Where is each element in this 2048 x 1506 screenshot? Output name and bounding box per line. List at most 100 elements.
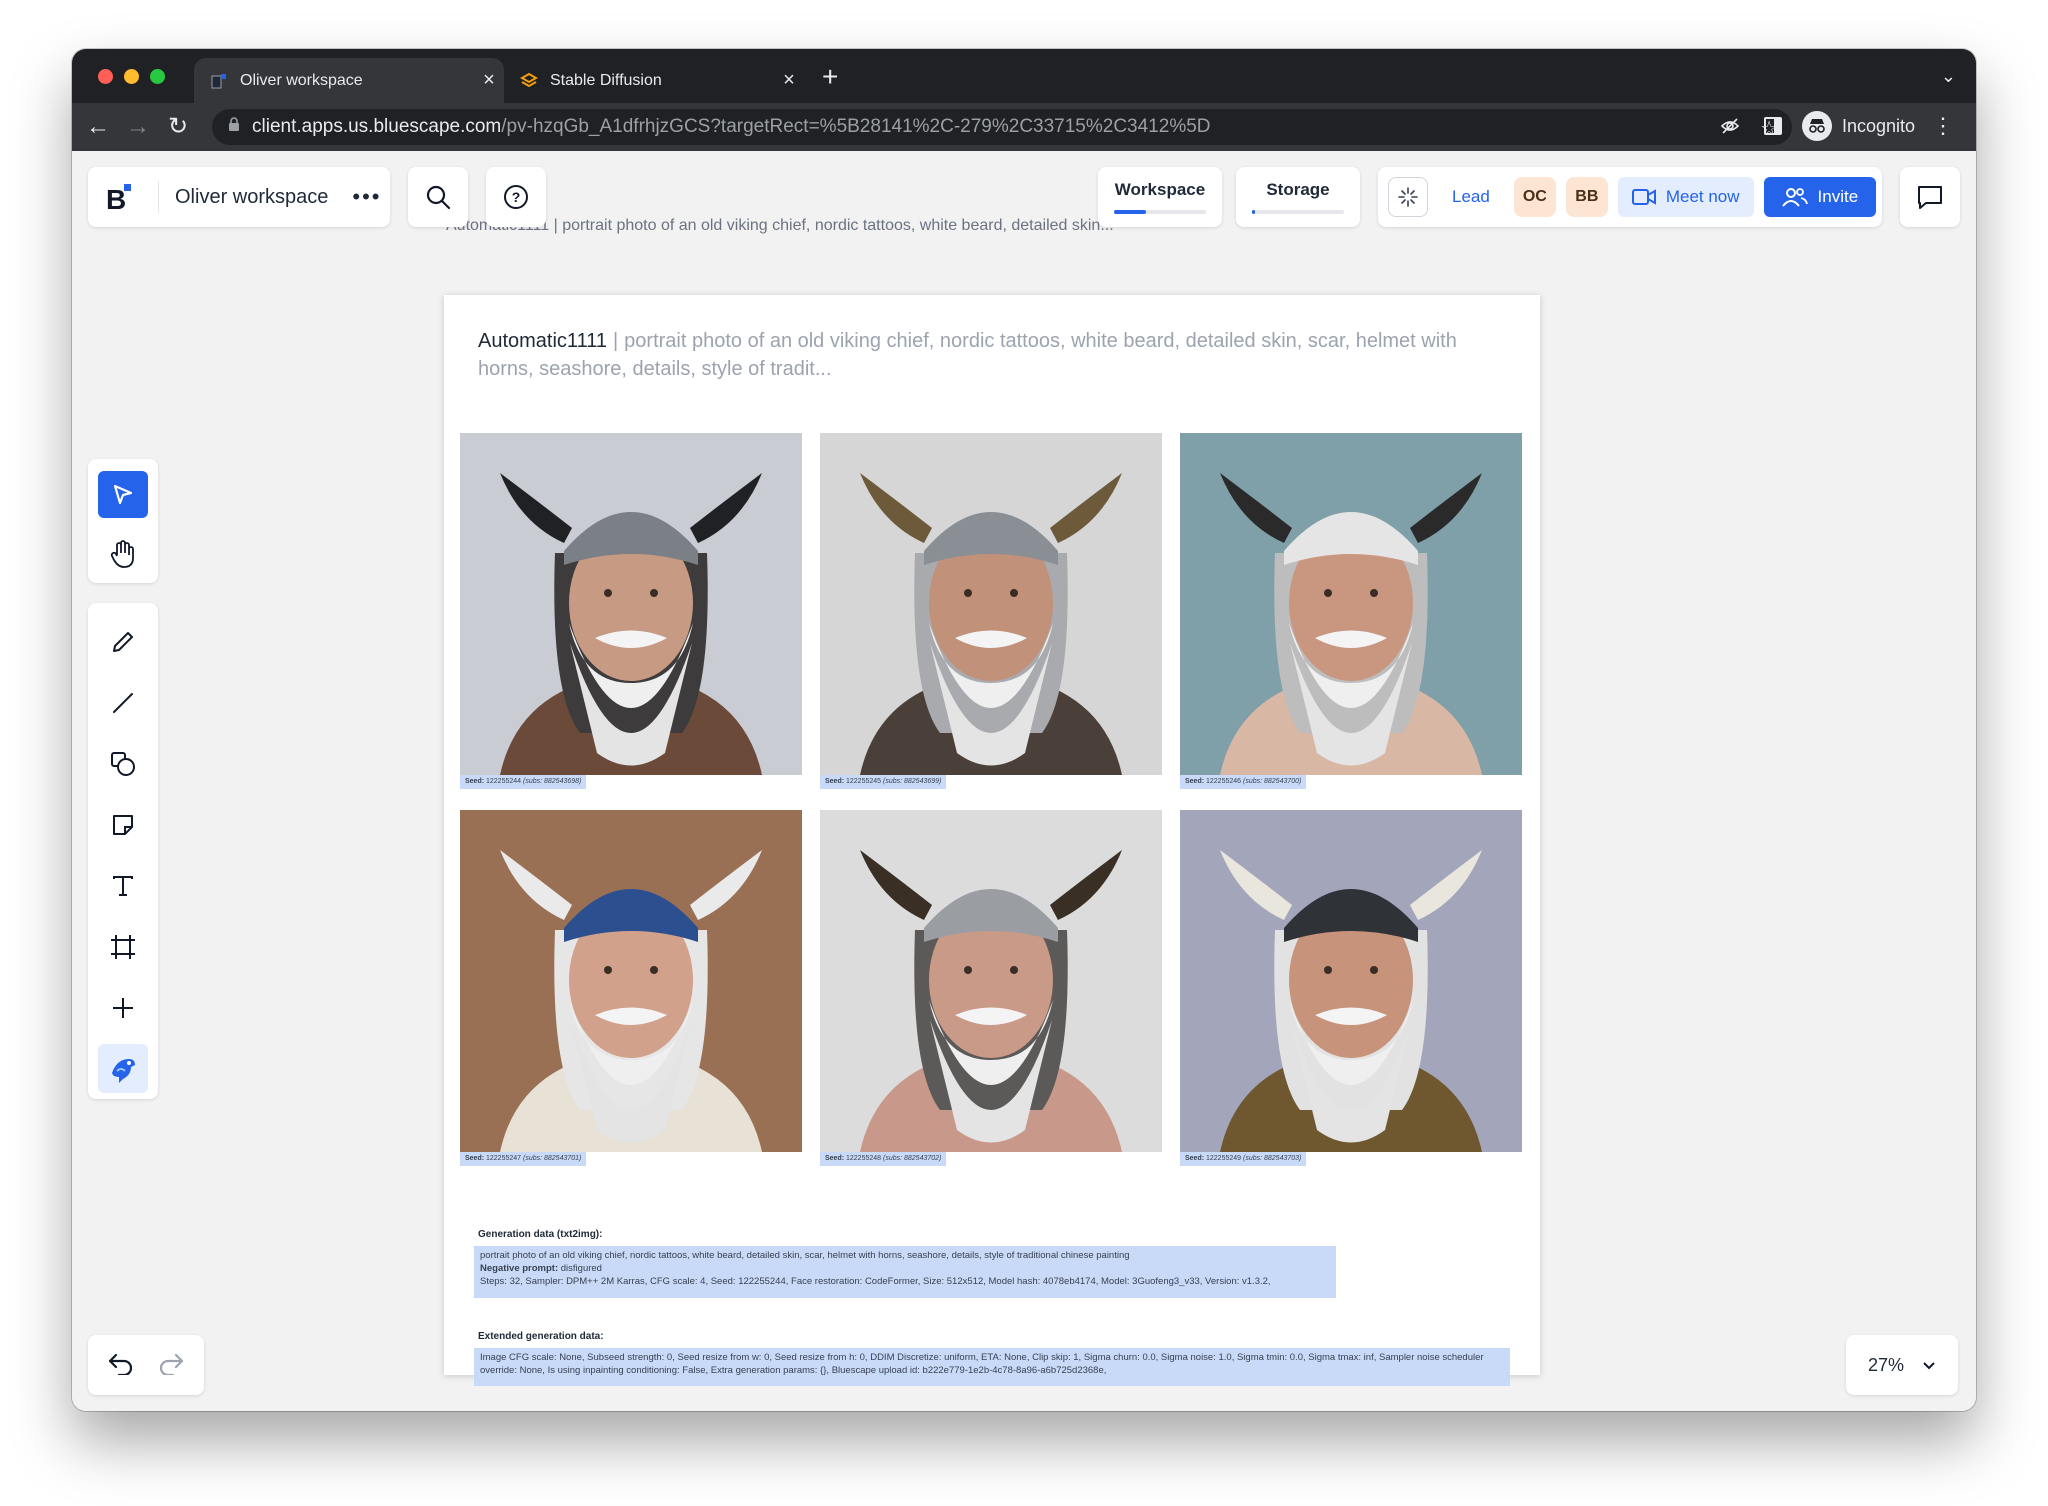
- seed-label: Seed: 122255245 (subs: 882543699): [820, 775, 947, 789]
- select-tool[interactable]: [98, 471, 148, 518]
- forward-icon[interactable]: →: [124, 113, 152, 141]
- undo-icon[interactable]: [107, 1351, 135, 1380]
- pen-tool[interactable]: [98, 617, 148, 666]
- redo-icon[interactable]: [157, 1351, 185, 1380]
- text-tool[interactable]: [98, 861, 148, 910]
- workspace-menu: B Oliver workspace •••: [88, 167, 390, 227]
- workspace-canvas[interactable]: Automatic1111 | portrait photo of an old…: [72, 151, 1976, 1411]
- browser-window: Oliver workspace × Stable Diffusion × + …: [72, 49, 1976, 1411]
- line-tool[interactable]: [98, 678, 148, 727]
- generated-image[interactable]: [1180, 810, 1522, 1152]
- seed-key: Seed:: [465, 1155, 485, 1162]
- frame-tool[interactable]: [98, 922, 148, 971]
- lead-button[interactable]: Lead: [1452, 187, 1490, 207]
- subseed-value: (subs: 882543702): [883, 1155, 942, 1162]
- bird-icon: [112, 1058, 135, 1083]
- tab-title: Oliver workspace: [240, 71, 363, 89]
- seed-label: Seed: 122255249 (subs: 882543703): [1180, 1152, 1307, 1166]
- chat-button[interactable]: [1900, 167, 1960, 227]
- search-icon: [426, 185, 451, 210]
- close-window-button[interactable]: [98, 69, 113, 84]
- subseed-value: (subs: 882543699): [883, 778, 942, 785]
- workspace-progress-fill: [1114, 210, 1147, 214]
- bluescape-icon: [210, 72, 228, 90]
- address-bar[interactable]: client.apps.us.bluescape.com/pv-hzqGb_A1…: [212, 109, 1792, 145]
- subseed-value: (subs: 882543698): [523, 778, 582, 785]
- prompt-preview: portrait photo of an old viking chief, n…: [478, 330, 1457, 380]
- generated-image[interactable]: [820, 433, 1162, 775]
- seed-value: 122255249: [1204, 1155, 1243, 1162]
- zoom-control[interactable]: 27%: [1846, 1335, 1958, 1395]
- eye-off-icon[interactable]: [1720, 116, 1740, 142]
- maximize-window-button[interactable]: [150, 69, 165, 84]
- help-icon: ?: [504, 185, 528, 209]
- back-icon[interactable]: ←: [84, 113, 112, 141]
- generated-image[interactable]: [460, 810, 802, 1152]
- close-tab-icon[interactable]: ×: [474, 69, 504, 92]
- workspace-progress: [1114, 210, 1206, 214]
- creation-tools: [88, 603, 158, 1099]
- invite-button[interactable]: Invite: [1763, 177, 1877, 217]
- tab-workspace[interactable]: Workspace: [1098, 167, 1222, 227]
- negative-prompt-value: disfigured: [560, 1263, 602, 1274]
- generation-data: portrait photo of an old viking chief, n…: [474, 1246, 1336, 1298]
- browser-tab-stable-diffusion[interactable]: Stable Diffusion ×: [504, 58, 804, 103]
- tab-storage[interactable]: Storage: [1236, 167, 1360, 227]
- avatar[interactable]: OC: [1513, 177, 1556, 217]
- history-controls: [88, 1335, 204, 1395]
- stable-diffusion-icon: [520, 72, 538, 90]
- new-tab-icon[interactable]: +: [822, 61, 838, 93]
- generated-image[interactable]: [820, 810, 1162, 1152]
- document-canvas-item[interactable]: Automatic1111 | portrait photo of an old v…: [444, 295, 1540, 1386]
- profile-label: Incognito: [1842, 115, 1916, 136]
- profile-button[interactable]: Incognito: [1802, 111, 1915, 141]
- video-icon: [1631, 189, 1656, 205]
- seed-value: 122255244: [484, 778, 523, 785]
- more-options-icon[interactable]: •••: [352, 184, 381, 210]
- sparkle-icon[interactable]: [1388, 177, 1428, 217]
- generation-data-title: Generation data (txt2img):: [478, 1229, 603, 1240]
- extended-generation-data: Image CFG scale: None, Subseed strength:…: [474, 1348, 1510, 1386]
- generated-image[interactable]: [460, 433, 802, 775]
- chevron-down-icon: [1922, 1355, 1936, 1376]
- add-tool[interactable]: [98, 983, 148, 1032]
- avatar[interactable]: BB: [1565, 177, 1608, 217]
- close-tab-icon[interactable]: ×: [774, 69, 804, 92]
- sticky-note-tool[interactable]: [98, 800, 148, 849]
- side-panel-icon[interactable]: [1764, 117, 1782, 135]
- search-button[interactable]: [408, 167, 468, 227]
- ai-assistant-tool[interactable]: [98, 1044, 148, 1093]
- help-button[interactable]: ?: [486, 167, 546, 227]
- pencil-icon: [113, 631, 133, 652]
- tab-title: Stable Diffusion: [550, 71, 662, 89]
- seed-key: Seed:: [825, 1155, 845, 1162]
- chat-icon: [1918, 186, 1942, 209]
- seed-label: Seed: 122255246 (subs: 882543700): [1180, 775, 1307, 789]
- subseed-value: (subs: 882543703): [1243, 1155, 1302, 1162]
- generation-prompt: portrait photo of an old viking chief, n…: [480, 1250, 1130, 1261]
- meet-now-button[interactable]: Meet now: [1617, 177, 1754, 217]
- browser-tab-workspace[interactable]: Oliver workspace ×: [194, 58, 504, 103]
- seed-value: 122255248: [844, 1155, 883, 1162]
- canvas-item-label: Automatic1111 | portrait photo of an old…: [446, 217, 1114, 234]
- browser-menu-icon[interactable]: ⋮: [1932, 113, 1954, 139]
- url-text: client.apps.us.bluescape.com/pv-hzqGb_A1…: [252, 116, 1211, 137]
- chevron-down-icon[interactable]: ⌄: [1941, 66, 1956, 87]
- svg-text:B: B: [106, 184, 126, 212]
- pan-tool[interactable]: [98, 530, 148, 577]
- selection-tools: [88, 459, 158, 583]
- collaboration-bar: Lead OC BB Meet now Invite: [1378, 167, 1882, 227]
- workspace-name[interactable]: Oliver workspace: [158, 181, 328, 213]
- document-source: Automatic1111: [478, 330, 607, 352]
- bluescape-logo[interactable]: B: [104, 182, 134, 215]
- extended-params: Image CFG scale: None, Subseed strength:…: [480, 1352, 1484, 1376]
- zoom-level: 27%: [1867, 1354, 1905, 1375]
- seed-value: 122255246: [1204, 778, 1243, 785]
- subseed-value: (subs: 882543700): [1243, 778, 1302, 785]
- seed-key: Seed:: [465, 778, 485, 785]
- seed-key: Seed:: [1185, 778, 1205, 785]
- generated-image[interactable]: [1180, 433, 1522, 775]
- reload-icon[interactable]: ↻: [164, 113, 192, 141]
- shape-tool[interactable]: [98, 739, 148, 788]
- minimize-window-button[interactable]: [124, 69, 139, 84]
